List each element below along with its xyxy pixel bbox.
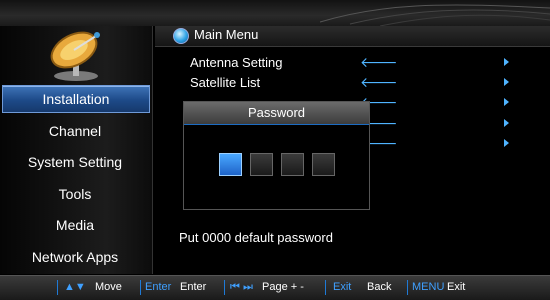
separator (407, 280, 408, 295)
skip-prev-next-icon: ⏮ ⏭ (230, 281, 253, 293)
separator (140, 280, 141, 295)
main-menu-header: Main Menu (155, 26, 550, 47)
enter-label: Enter (180, 281, 207, 293)
password-dialog: Password (183, 101, 370, 210)
enter-key: Enter (145, 281, 172, 293)
menu-item-label: Satellite List (190, 75, 261, 90)
password-hint: Put 0000 default password (179, 230, 333, 245)
sidebar-item-channel[interactable]: Channel (0, 116, 150, 146)
pin-digit-1[interactable] (219, 153, 242, 176)
page-label: Page + - (262, 281, 304, 293)
sidebar: Installation Channel System Setting Tool… (0, 26, 153, 274)
dialog-title: Password (184, 102, 369, 125)
satellite-dish-icon (50, 31, 100, 81)
menu-item-label: Antenna Setting (190, 55, 283, 70)
sidebar-item-installation[interactable]: Installation (2, 85, 150, 113)
sidebar-item-media[interactable]: Media (0, 210, 150, 240)
pin-digit-3[interactable] (281, 153, 304, 176)
left-arrow-icon: 🡐 (360, 54, 398, 70)
back-label: Back (367, 281, 392, 293)
left-arrow-icon: 🡐 (360, 74, 398, 90)
right-triangle-icon (504, 78, 509, 86)
separator (57, 280, 58, 295)
separator (325, 280, 326, 295)
right-triangle-icon (504, 119, 509, 127)
top-band (0, 0, 550, 26)
decorative-wave (320, 4, 550, 26)
pin-digit-2[interactable] (250, 153, 273, 176)
globe-icon (173, 28, 189, 44)
help-bar: ▲▼ Move Enter Enter ⏮ ⏭ Page + - Exit Ba… (0, 275, 550, 300)
menu-item-satellite-list[interactable]: Satellite List 🡐 (190, 73, 530, 93)
right-triangle-icon (504, 98, 509, 106)
separator (224, 280, 225, 295)
sidebar-item-network-apps[interactable]: Network Apps (0, 242, 150, 272)
right-triangle-icon (504, 58, 509, 66)
exit-label: Exit (447, 281, 466, 293)
pin-digit-4[interactable] (312, 153, 335, 176)
sidebar-item-tools[interactable]: Tools (0, 179, 150, 209)
page-title: Main Menu (194, 27, 259, 42)
menu-item-antenna-setting[interactable]: Antenna Setting 🡐 (190, 53, 530, 73)
right-triangle-icon (504, 139, 509, 147)
exit-key: Exit (333, 281, 352, 293)
sidebar-item-system-setting[interactable]: System Setting (0, 147, 150, 177)
up-down-arrow-icon: ▲▼ (64, 281, 86, 293)
move-label: Move (95, 281, 122, 293)
menu-key: MENU (412, 281, 445, 293)
